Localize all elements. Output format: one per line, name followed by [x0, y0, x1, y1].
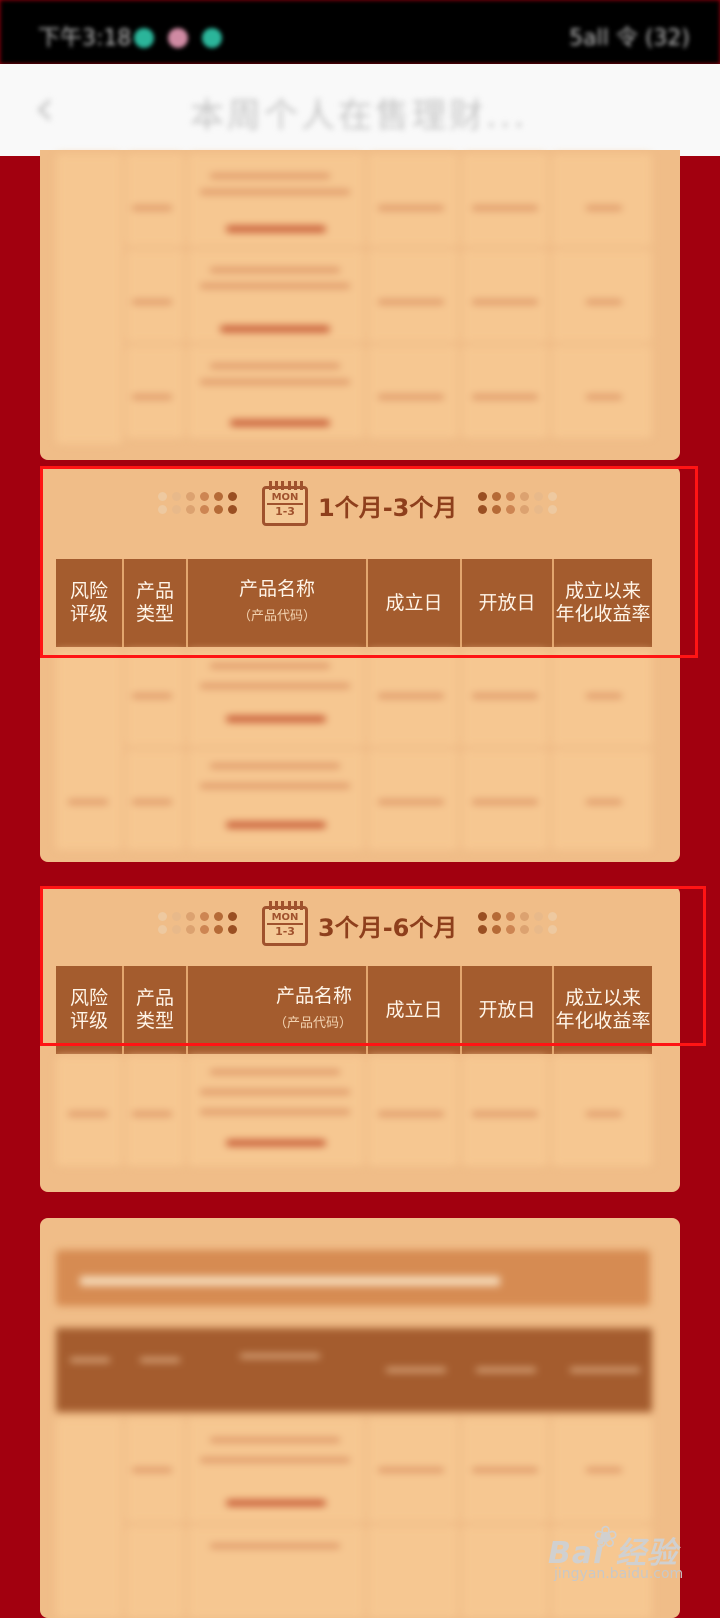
- blurred-product-rows: [40, 1056, 680, 1178]
- watermark-url: jingyan.baidu.com: [554, 1566, 684, 1582]
- notification-icons: [134, 28, 222, 48]
- highlight-box-1-3-months: [40, 466, 698, 658]
- blurred-product-rows: [40, 650, 680, 860]
- page-title: 本周个人在售理财...: [190, 96, 528, 136]
- status-time: 下午3:18: [38, 26, 132, 51]
- signal-battery-indicator: 5all 令 (32): [569, 26, 690, 51]
- back-arrow-icon[interactable]: ‹: [34, 78, 55, 138]
- status-bar: 下午3:18 5all 令 (32): [0, 0, 720, 64]
- product-table-continued: [40, 150, 680, 460]
- app-notification-icon: [202, 28, 222, 48]
- baidu-paw-icon: ❀: [593, 1520, 619, 1555]
- app-header: ‹ 本周个人在售理财...: [0, 64, 720, 156]
- app-notification-icon: [168, 28, 188, 48]
- app-notification-icon: [134, 28, 154, 48]
- highlight-box-3-6-months: [40, 886, 706, 1046]
